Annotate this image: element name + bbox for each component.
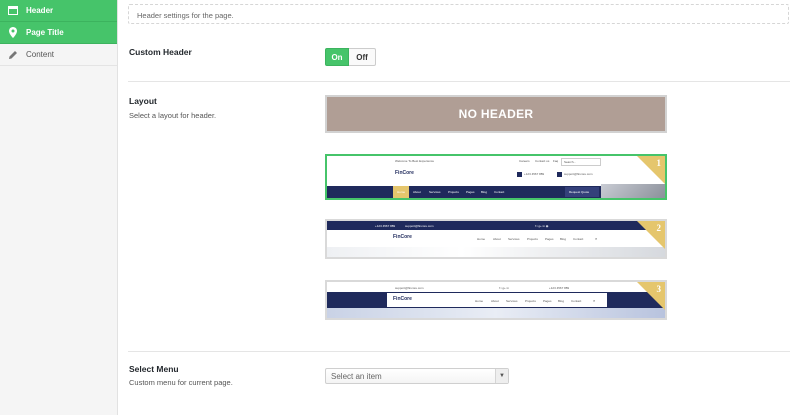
thumb-topbar-link: Contact us <box>535 159 550 163</box>
thumb-menu-item: Contact <box>494 190 505 194</box>
thumb-menu-item: Services <box>508 237 520 241</box>
thumb-menu-item: Pages <box>545 237 554 241</box>
thumb-search: Search... <box>561 158 601 166</box>
thumb-logo: FinCore <box>393 234 412 240</box>
layout-option-no-header[interactable]: NO HEADER <box>325 95 667 133</box>
layout-option-2[interactable]: +123 4567 889 support@fincore.com f t g+… <box>325 219 667 259</box>
toggle-on-button[interactable]: On <box>325 48 349 66</box>
custom-header-label: Custom Header <box>129 47 192 57</box>
thumb-menu-item: Home <box>475 299 484 303</box>
search-icon: ⌕ <box>593 298 596 303</box>
sidebar-item-content[interactable]: Content <box>0 44 117 66</box>
menu-select-value: Select an item <box>331 372 382 381</box>
thumb-email: support@fincore.com <box>395 286 424 290</box>
thumb-topbar-link: Faq <box>553 159 559 163</box>
thumb-menu-item: Home <box>397 190 406 194</box>
custom-header-toggle: On Off <box>325 48 376 66</box>
divider <box>128 81 790 82</box>
thumb-menu-item: Contact <box>571 299 582 303</box>
menu-select[interactable]: Select an item ▼ <box>325 368 509 384</box>
thumb-menu-item: Pages <box>543 299 552 303</box>
thumb-menu-item: About <box>493 237 501 241</box>
thumb-logo: FinCore <box>395 170 414 176</box>
thumb-menu-item: Home <box>477 237 486 241</box>
thumb-menu-item: Services <box>429 190 441 194</box>
sidebar-item-label: Content <box>26 50 55 59</box>
search-icon: ⌕ <box>595 236 598 241</box>
thumb-cta-text: Request Quote <box>569 190 590 194</box>
thumb-menu-item: Projects <box>448 190 459 194</box>
layout-option-3[interactable]: support@fincore.com f t g+ in +123 4567 … <box>325 280 667 320</box>
thumb-menu-item: Contact <box>573 237 584 241</box>
layout-option-1[interactable]: Welcome To Best Experience Careers Conta… <box>325 154 667 200</box>
thumb-menu-item: Projects <box>525 299 536 303</box>
thumb-menu-item: About <box>413 190 421 194</box>
select-menu-label: Select Menu <box>129 364 179 374</box>
layout-number: 2 <box>656 223 662 233</box>
layout-number: 1 <box>656 158 662 168</box>
layout-sublabel: Select a layout for header. <box>129 111 217 120</box>
toggle-off-button[interactable]: Off <box>349 48 376 66</box>
thumb-menu-item: Pages <box>466 190 475 194</box>
thumb-menu-item: Projects <box>527 237 538 241</box>
thumb-menu-item: Services <box>506 299 518 303</box>
thumb-phone: +123 4567 889 <box>549 286 570 290</box>
sidebar: Header Page Title Content <box>0 0 118 415</box>
map-marker-icon <box>7 27 19 39</box>
thumb-menu-item: About <box>491 299 499 303</box>
main-panel: Header settings for the page. Custom Hea… <box>118 0 800 415</box>
thumb-phone: +123 4567 889 <box>375 224 396 228</box>
header-description: Header settings for the page. <box>128 4 789 24</box>
thumb-phone: +123 4567 889 <box>524 172 545 176</box>
thumb-hero-image <box>327 247 665 257</box>
layout-number: 3 <box>656 284 662 294</box>
thumb-hero-image <box>327 308 665 318</box>
thumb-menu-item: Blog <box>560 237 567 241</box>
sidebar-item-label: Header <box>26 6 54 15</box>
header-icon <box>7 5 19 17</box>
no-header-text: NO HEADER <box>458 107 534 121</box>
thumb-email: support@fincore.com <box>405 224 434 228</box>
thumb-social: f t g+ in <box>499 286 509 290</box>
chevron-down-icon[interactable]: ▼ <box>495 369 508 383</box>
thumb-menu-item: Blog <box>558 299 565 303</box>
email-icon <box>557 172 562 177</box>
sidebar-item-label: Page Title <box>26 28 64 37</box>
thumb-email: support@fincore.com <box>564 172 593 176</box>
thumb-menu-item: Blog <box>481 190 488 194</box>
divider <box>128 351 790 352</box>
thumb-topbar-text: Welcome To Best Experience <box>395 159 435 163</box>
select-menu-sublabel: Custom menu for current page. <box>129 378 233 387</box>
phone-icon <box>517 172 522 177</box>
sidebar-item-page-title[interactable]: Page Title <box>0 22 117 44</box>
pencil-icon <box>7 49 19 61</box>
thumb-topbar-link: Careers <box>519 159 530 163</box>
thumb-social: f t g+ in ◉ <box>535 224 549 228</box>
layout-label: Layout <box>129 96 157 106</box>
thumb-logo: FinCore <box>393 296 412 302</box>
thumb-hero-image <box>601 184 665 198</box>
sidebar-item-header[interactable]: Header <box>0 0 117 22</box>
